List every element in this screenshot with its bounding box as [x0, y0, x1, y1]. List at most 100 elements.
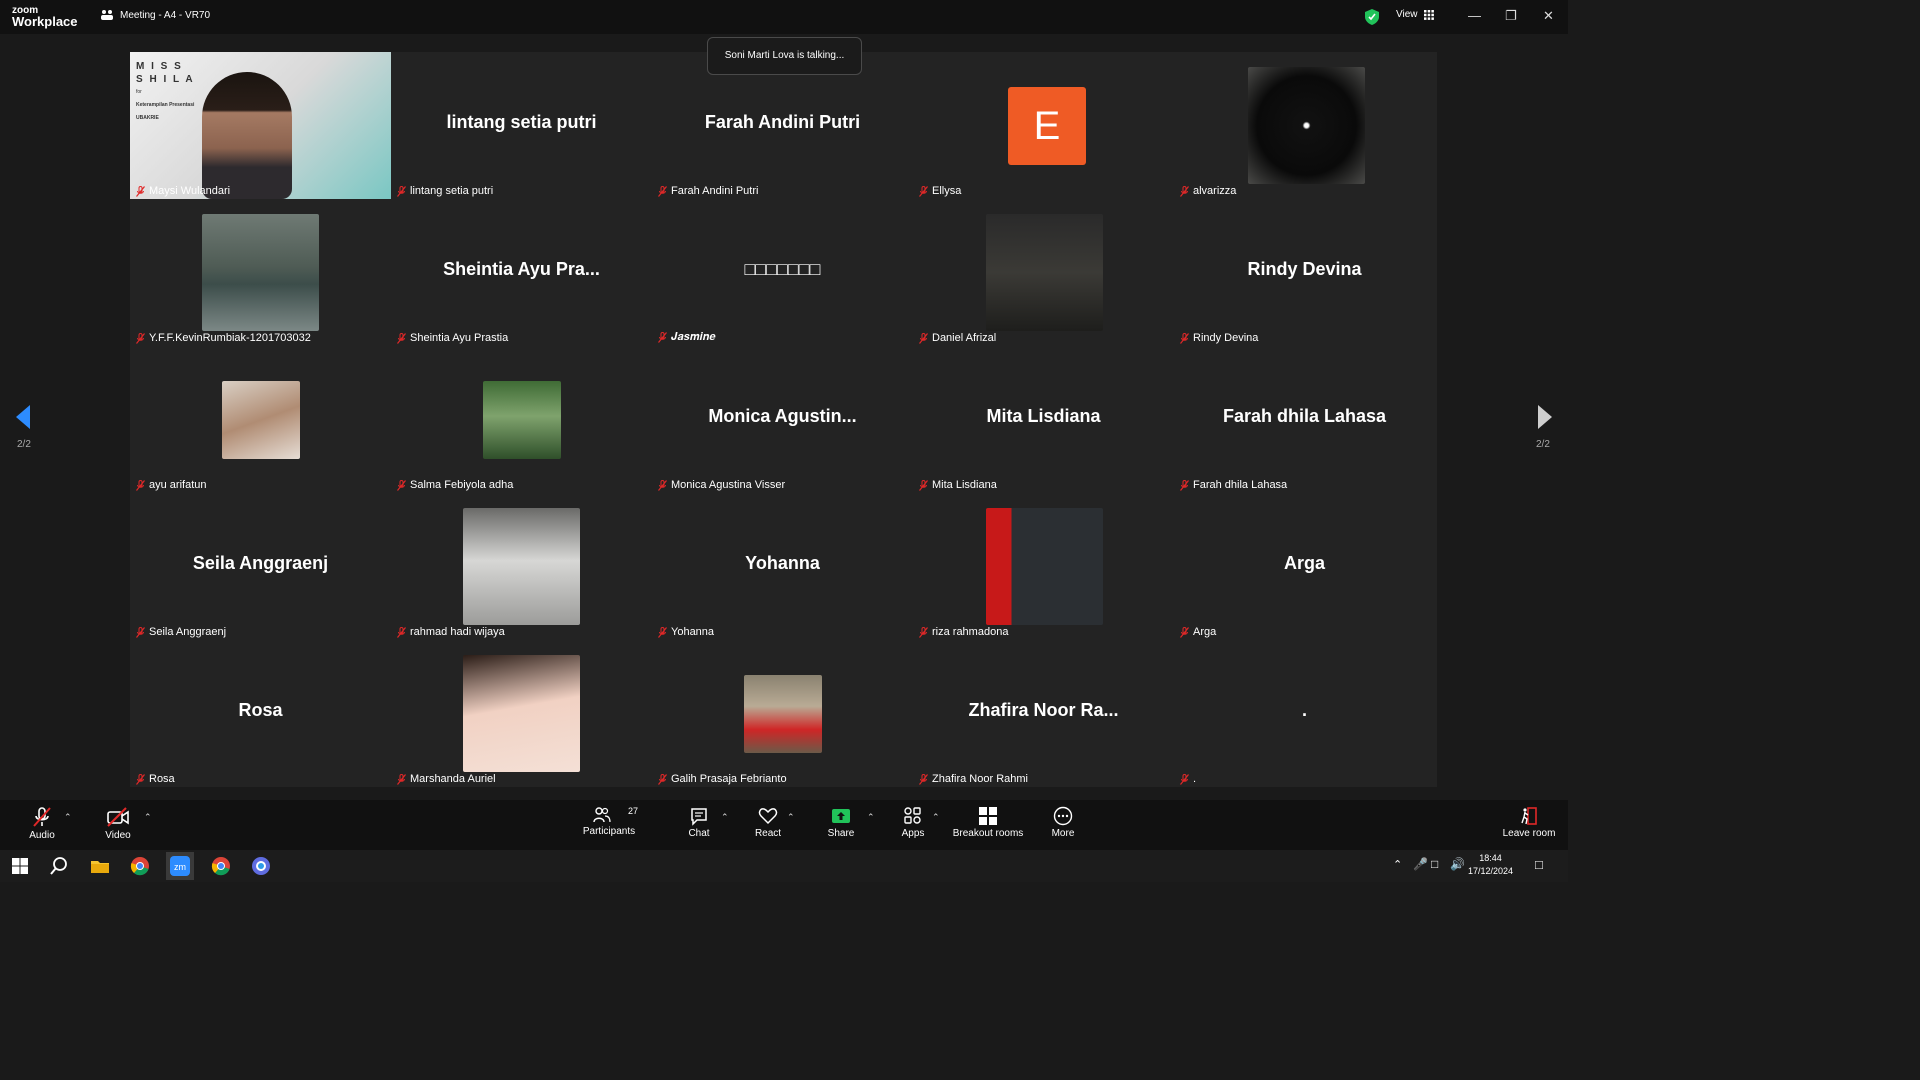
microphone-muted-icon: [658, 185, 667, 197]
zoom-taskbar-item[interactable]: zm: [166, 852, 194, 880]
browser-app-icon[interactable]: [251, 856, 271, 876]
participant-tile[interactable]: Mita Lisdiana Mita Lisdiana: [913, 346, 1174, 493]
file-explorer-icon[interactable]: [90, 856, 110, 876]
minimize-icon[interactable]: —: [1468, 8, 1481, 23]
participant-display-name: Rosa: [238, 700, 283, 720]
participant-tile[interactable]: Yohanna Yohanna: [652, 493, 913, 640]
participant-photo: [222, 381, 300, 459]
share-label: Share: [827, 828, 855, 839]
participant-tile[interactable]: Rosa Rosa: [130, 640, 391, 787]
participant-name: Farah dhila Lahasa: [1193, 479, 1288, 491]
title-bar: zoom Workplace Meeting - A4 - VR70 View …: [0, 0, 1568, 34]
participant-tile[interactable]: Daniel Afrizal: [913, 199, 1174, 346]
react-options-caret-icon[interactable]: ⌃: [787, 812, 795, 823]
leave-room-button[interactable]: Leave room: [1500, 806, 1558, 839]
chat-button[interactable]: Chat: [684, 806, 714, 839]
video-options-caret-icon[interactable]: ⌃: [144, 812, 152, 823]
video-button[interactable]: Video: [98, 806, 138, 841]
microphone-muted-icon: [919, 185, 928, 197]
participant-tile[interactable]: lintang setia putri lintang setia putri: [391, 52, 652, 199]
participant-name-label: Galih Prasaja Febrianto: [658, 773, 787, 785]
restore-icon[interactable]: ❐: [1505, 8, 1517, 24]
previous-page-icon[interactable]: [14, 404, 32, 430]
share-screen-icon: [832, 809, 850, 823]
participant-tile[interactable]: E Ellysa: [913, 52, 1174, 199]
apps-icon: [904, 807, 921, 824]
participant-tile[interactable]: ayu arifatun: [130, 346, 391, 493]
share-options-caret-icon[interactable]: ⌃: [867, 812, 875, 823]
participant-name-label: rahmad hadi wijaya: [397, 626, 505, 638]
participant-tile[interactable]: Rindy Devina Rindy Devina: [1174, 199, 1435, 346]
system-clock[interactable]: 18:44 17/12/2024: [1468, 852, 1513, 878]
participant-name: 𝑱𝒂𝒔𝒎𝒊𝒏𝒆: [671, 331, 716, 343]
participant-name-label: Zhafira Noor Rahmi: [919, 773, 1028, 785]
participant-name: Sheintia Ayu Prastia: [410, 332, 509, 344]
encryption-shield-icon[interactable]: [1365, 9, 1379, 25]
active-speaker-notification: Soni Marti Lova is talking...: [707, 37, 862, 75]
participant-tile[interactable]: Salma Febiyola adha: [391, 346, 652, 493]
windows-start-icon[interactable]: [10, 856, 30, 876]
participant-tile[interactable]: riza rahmadona: [913, 493, 1174, 640]
chat-options-caret-icon[interactable]: ⌃: [721, 812, 729, 823]
apps-button[interactable]: Apps: [898, 806, 928, 839]
participant-tile[interactable]: rahmad hadi wijaya: [391, 493, 652, 640]
participant-tile[interactable]: Seila Anggraenj Seila Anggraenj: [130, 493, 391, 640]
participant-tile[interactable]: M I S S S H I L A for Keterampilan Presenta…: [130, 52, 391, 199]
participant-name: Galih Prasaja Febrianto: [671, 773, 787, 785]
participant-tile[interactable]: Sheintia Ayu Pra... Sheintia Ayu Prastia: [391, 199, 652, 346]
participant-name-label: Farah dhila Lahasa: [1180, 479, 1287, 491]
participant-name-label: Yohanna: [658, 626, 714, 638]
participant-name: riza rahmadona: [932, 626, 1009, 638]
clock-date: 17/12/2024: [1468, 866, 1514, 876]
microphone-muted-icon: [397, 479, 406, 491]
microphone-muted-icon: [1180, 185, 1189, 197]
participant-tile[interactable]: Farah dhila Lahasa Farah dhila Lahasa: [1174, 346, 1435, 493]
close-icon[interactable]: ✕: [1543, 8, 1554, 24]
participant-tile[interactable]: Marshanda Auriel: [391, 640, 652, 787]
react-button[interactable]: React: [752, 806, 784, 839]
participant-name: Y.F.F.KevinRumbiak-1201703032: [149, 332, 311, 344]
chrome-profile-icon[interactable]: [211, 856, 231, 876]
participant-tile[interactable]: □□□□□□□ 𝑱𝒂𝒔𝒎𝒊𝒏𝒆: [652, 199, 913, 346]
breakout-rooms-icon: [979, 807, 997, 825]
notification-center-icon[interactable]: □: [1535, 857, 1543, 872]
more-button[interactable]: More: [1048, 806, 1078, 839]
participant-display-name: Monica Agustin...: [708, 406, 857, 426]
meeting-info[interactable]: Meeting - A4 - VR70: [100, 9, 210, 21]
apps-options-caret-icon[interactable]: ⌃: [932, 812, 940, 823]
share-button[interactable]: Share: [826, 806, 856, 839]
tray-microphone-icon[interactable]: 🎤: [1413, 857, 1428, 871]
participant-tile[interactable]: Arga Arga: [1174, 493, 1435, 640]
participant-name: Monica Agustina Visser: [671, 479, 786, 491]
participants-count: 27: [627, 806, 638, 816]
chrome-icon[interactable]: [130, 856, 150, 876]
meeting-toolbar: Audio ⌃ Video ⌃ 27 Participants Chat ⌃ R…: [0, 800, 1568, 850]
participant-tile[interactable]: Zhafira Noor Ra... Zhafira Noor Rahmi: [913, 640, 1174, 787]
audio-button[interactable]: Audio: [22, 806, 62, 841]
volume-icon[interactable]: 🔊: [1450, 857, 1465, 871]
participant-name-label: Seila Anggraenj: [136, 626, 226, 638]
microphone-muted-icon: [136, 185, 145, 197]
participant-display-name: Farah dhila Lahasa: [1222, 406, 1387, 426]
search-icon[interactable]: [49, 856, 69, 876]
tray-overflow-icon[interactable]: ⌃: [1393, 858, 1402, 871]
participant-tile[interactable]: Galih Prasaja Febrianto: [652, 640, 913, 787]
microphone-muted-icon: [1180, 332, 1189, 344]
participant-tile[interactable]: ..: [1174, 640, 1435, 787]
participant-name: Arga: [1193, 626, 1217, 638]
participant-tile[interactable]: Y.F.F.KevinRumbiak-1201703032: [130, 199, 391, 346]
participant-tile[interactable]: alvarizza: [1174, 52, 1435, 199]
participant-display-name: Farah Andini Putri: [704, 112, 861, 132]
network-icon[interactable]: □: [1431, 857, 1438, 871]
more-label: More: [1051, 828, 1075, 839]
microphone-muted-icon: [33, 807, 51, 827]
participant-tile[interactable]: Monica Agustin... Monica Agustina Visser: [652, 346, 913, 493]
view-button[interactable]: View: [1396, 9, 1434, 20]
next-page-icon[interactable]: [1536, 404, 1554, 430]
breakout-rooms-button[interactable]: Breakout rooms: [952, 806, 1024, 839]
participants-button[interactable]: 27 Participants: [580, 806, 638, 837]
participant-photo: [483, 381, 561, 459]
audio-options-caret-icon[interactable]: ⌃: [64, 812, 72, 823]
participant-name-label: Mita Lisdiana: [919, 479, 997, 491]
microphone-muted-icon: [658, 332, 667, 343]
